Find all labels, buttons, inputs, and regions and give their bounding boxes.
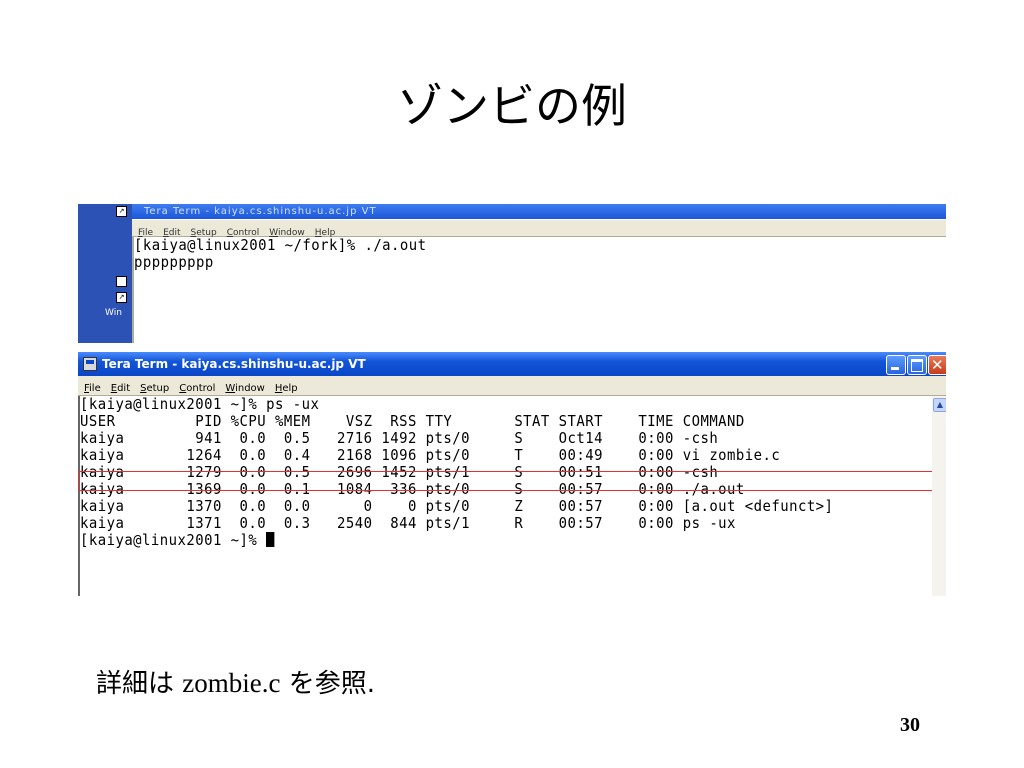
zombie-highlight-box <box>78 471 944 491</box>
shortcut-icon[interactable]: ↗ <box>116 206 127 217</box>
window-title: Tera Term - kaiya.cs.shinshu-u.ac.jp VT <box>102 357 366 371</box>
close-icon: ✕ <box>931 356 944 374</box>
terminal-line: [kaiya@linux2001 ~/fork]% ./a.out <box>134 236 427 254</box>
close-button[interactable]: ✕ <box>928 355 946 375</box>
terminal-line: kaiya 941 0.0 0.5 2716 1492 pts/0 S Oct1… <box>80 429 719 447</box>
terminal-line: [kaiya@linux2001 ~]% ps -ux <box>80 395 320 413</box>
minimize-icon <box>891 367 899 370</box>
prompt-line: [kaiya@linux2001 ~]% <box>80 532 874 549</box>
back-window-titlebar[interactable]: Tera Term - kaiya.cs.shinshu-u.ac.jp VT <box>132 204 946 219</box>
text-cursor <box>266 532 275 547</box>
caption-prefix: 詳細は <box>96 669 183 699</box>
slide-caption: 詳細は zombie.c を参照. <box>96 663 375 700</box>
terminal-line: kaiya 1371 0.0 0.3 2540 844 pts/1 R 00:5… <box>80 514 736 532</box>
zombie-process-line: kaiya 1370 0.0 0.0 0 0 pts/0 Z 00:57 0:0… <box>80 497 834 515</box>
titlebar[interactable]: Tera Term - kaiya.cs.shinshu-u.ac.jp VT … <box>78 352 946 376</box>
vertical-scrollbar[interactable]: ▲ <box>932 396 946 596</box>
caption-filename: zombie.c <box>182 668 281 698</box>
maximize-button[interactable] <box>907 355 927 375</box>
teraterm-icon[interactable] <box>83 357 97 371</box>
maximize-icon <box>911 359 923 372</box>
desktop-icon-label: Win <box>105 308 122 318</box>
terminal-line: USER PID %CPU %MEM VSZ RSS TTY STAT STAR… <box>80 412 745 430</box>
scroll-up-icon[interactable]: ▲ <box>933 398 946 412</box>
back-window-title: Tera Term - kaiya.cs.shinshu-u.ac.jp VT <box>144 206 377 217</box>
terminal-line: kaiya 1264 0.0 0.4 2168 1096 pts/0 T 00:… <box>80 446 781 464</box>
caption-suffix: を参照. <box>280 669 376 699</box>
page-number: 30 <box>900 714 920 736</box>
minimize-button[interactable] <box>886 355 906 375</box>
terminal-line: ppppppppp <box>134 253 214 271</box>
computer-icon[interactable] <box>116 276 127 287</box>
prompt-text: [kaiya@linux2001 ~]% <box>80 531 267 549</box>
front-terminal-window[interactable]: Tera Term - kaiya.cs.shinshu-u.ac.jp VT … <box>78 352 946 596</box>
desktop-background: ↗ ↗ Win <box>78 204 132 343</box>
terminal-screenshot: ↗ ↗ Win Tera Term - kaiya.cs.shinshu-u.a… <box>78 204 946 596</box>
shortcut-icon[interactable]: ↗ <box>116 292 127 303</box>
slide-title: ゾンビの例 <box>397 79 627 133</box>
menubar: File Edit Setup Control Window Help <box>78 376 946 396</box>
back-window-menubar: File Edit Setup Control Window Help <box>132 220 946 238</box>
back-terminal-window[interactable]: Tera Term - kaiya.cs.shinshu-u.ac.jp VT … <box>132 204 946 343</box>
terminal-output[interactable]: [kaiya@linux2001 ~]% ps -ux USER PID %CP… <box>78 396 934 596</box>
back-terminal-output[interactable]: [kaiya@linux2001 ~/fork]% ./a.out pppppp… <box>132 237 944 343</box>
